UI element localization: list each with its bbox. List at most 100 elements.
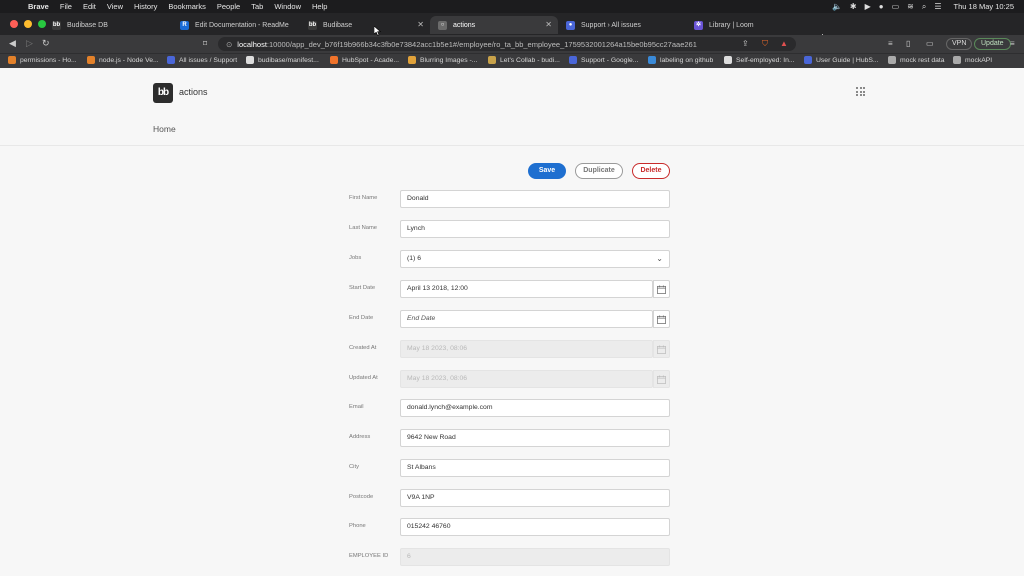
budibase-logo[interactable]: bb [153,83,173,103]
menu-icon[interactable]: ≡ [1010,39,1015,48]
menu-edit[interactable]: Edit [83,2,96,11]
app-page: bb actions Home Save Duplicate Delete Fi… [0,68,1024,576]
menubar-clock[interactable]: Thu 18 May 10:25 [954,2,1014,11]
start-date-input[interactable]: April 13 2018, 12:00 [400,280,653,298]
update-button[interactable]: Update [974,38,1011,50]
jobs-select[interactable]: (1) 6 ⌄ [400,250,670,268]
tab-library-loom[interactable]: ✲ Library | Loom [686,16,814,34]
menu-file[interactable]: File [60,2,72,11]
calendar-icon[interactable] [653,310,670,328]
brave-rewards-icon[interactable]: ▲ [780,39,788,48]
tab-support-all-issues[interactable]: ● Support › All issues [558,16,686,34]
nav-home-link[interactable]: Home [153,124,176,134]
address-input[interactable]: 9642 New Road [400,429,670,447]
bookmark-item[interactable]: budibase/manifest... [246,56,319,64]
bookmark-item[interactable]: Blurring Images -... [408,56,477,64]
forward-icon[interactable]: ▷ [26,38,33,49]
brave-shields-icon[interactable]: ⛉ [762,39,768,49]
duplicate-button[interactable]: Duplicate [575,163,623,179]
bookmark-favicon-icon [87,56,95,64]
menu-view[interactable]: View [107,2,123,11]
email-label: Email [349,404,364,410]
menu-app-name[interactable]: Brave [28,2,49,11]
menu-bookmarks[interactable]: Bookmarks [168,2,206,11]
updated-at-input: May 18 2023, 08:06 [400,370,653,388]
bookmark-icon[interactable]: ⌑ [203,39,207,48]
url-path: :10000/app_dev_b76f19b966b34c3fb0e73842a… [266,39,697,49]
form-row-address: Address 9642 New Road [349,429,670,447]
playlist-icon[interactable]: ≡ [888,39,893,48]
folder-icon [888,56,896,64]
city-input[interactable]: St Albans [400,459,670,477]
close-window-icon[interactable] [10,20,18,28]
bookmark-label: Blurring Images -... [420,56,478,64]
form-row-end-date: End Date End Date [349,310,670,328]
play-icon[interactable]: ▶ [865,2,871,11]
close-tab-icon[interactable]: ✕ [545,20,552,29]
bookmark-favicon-icon [488,56,496,64]
bookmark-item[interactable]: Support - Google... [569,56,638,64]
control-center-icon[interactable]: ☰ [934,2,941,11]
record-icon[interactable]: ● [879,2,884,11]
address-label: Address [349,434,371,440]
bookmark-item[interactable]: labeling on github [648,56,713,64]
bookmark-favicon-icon [724,56,732,64]
menu-history[interactable]: History [134,2,157,11]
search-icon[interactable]: ⌕ [922,2,926,12]
sidebar-icon[interactable]: ▯ [906,39,910,48]
delete-button[interactable]: Delete [632,163,670,179]
created-at-label: Created At [349,345,377,351]
bookmark-item[interactable]: HubSpot - Acade... [330,56,399,64]
tab-label: Budibase DB [67,21,108,29]
wallet-icon[interactable]: ▭ [926,39,934,48]
menu-tab[interactable]: Tab [251,2,263,11]
bluetooth-icon[interactable]: ✱ [850,2,857,11]
close-tab-icon[interactable]: ✕ [417,20,424,29]
tab-budibase[interactable]: bb Budibase ✕ [300,16,430,34]
employee-id-input: 6 [400,548,670,566]
back-icon[interactable]: ◀ [9,38,16,49]
bookmark-label: mock rest data [900,56,945,64]
bookmark-item[interactable]: Let's Collab - budi... [488,56,560,64]
vpn-button[interactable]: VPN [946,38,973,50]
reload-icon[interactable]: ↻ [42,38,50,49]
postcode-input[interactable]: V9A 1NP [400,489,670,507]
browser-tab-strip: bb Budibase DB R Edit Documentation - Re… [0,13,1024,44]
app-title: actions [179,87,208,97]
minimize-window-icon[interactable] [24,20,32,28]
menu-window[interactable]: Window [274,2,301,11]
bookmark-item[interactable]: All issues / Support [167,56,237,64]
macos-menu-bar: Brave File Edit View History Bookmarks P… [0,0,1024,13]
bookmark-item[interactable]: node.js - Node Ve... [87,56,159,64]
calendar-icon[interactable] [653,280,670,298]
address-bar[interactable]: ⊙ localhost :10000/app_dev_b76f19b966b34… [218,37,796,51]
phone-label: Phone [349,523,366,529]
bookmark-item[interactable]: User Guide | HubS... [804,56,879,64]
jobs-label: Jobs [349,255,362,261]
end-date-input[interactable]: End Date [400,310,653,328]
bookmark-item[interactable]: mock rest data [888,56,945,64]
menu-people[interactable]: People [217,2,240,11]
last-name-input[interactable]: Lynch [400,220,670,238]
bookmarks-bar: permissions - Ho... node.js - Node Ve...… [0,53,1024,68]
email-input[interactable]: donald.lynch@example.com [400,399,670,417]
tab-label: Library | Loom [709,21,754,29]
battery-icon[interactable]: ▭ [892,2,900,11]
bookmark-item[interactable]: mockAPI [953,56,992,64]
bookmark-item[interactable]: permissions - Ho... [8,56,77,64]
first-name-input[interactable]: Donald [400,190,670,208]
phone-input[interactable]: 015242 46760 [400,518,670,536]
tab-budibase-db[interactable]: bb Budibase DB [44,16,172,34]
app-grid-icon[interactable] [856,87,865,96]
share-icon[interactable]: ⇪ [742,39,749,48]
tab-actions[interactable]: ○ actions ✕ [430,16,558,34]
save-button[interactable]: Save [528,163,566,179]
wifi-icon[interactable]: ≋ [907,2,914,11]
menu-help[interactable]: Help [312,2,327,11]
bookmark-label: User Guide | HubS... [816,56,879,64]
volume-icon[interactable]: 🔈 [832,2,842,11]
tab-label: actions [453,21,476,29]
bookmark-item[interactable]: Self-employed: In... [724,56,795,64]
bookmark-favicon-icon [569,56,577,64]
tab-edit-documentation[interactable]: R Edit Documentation - ReadMe [172,16,300,34]
